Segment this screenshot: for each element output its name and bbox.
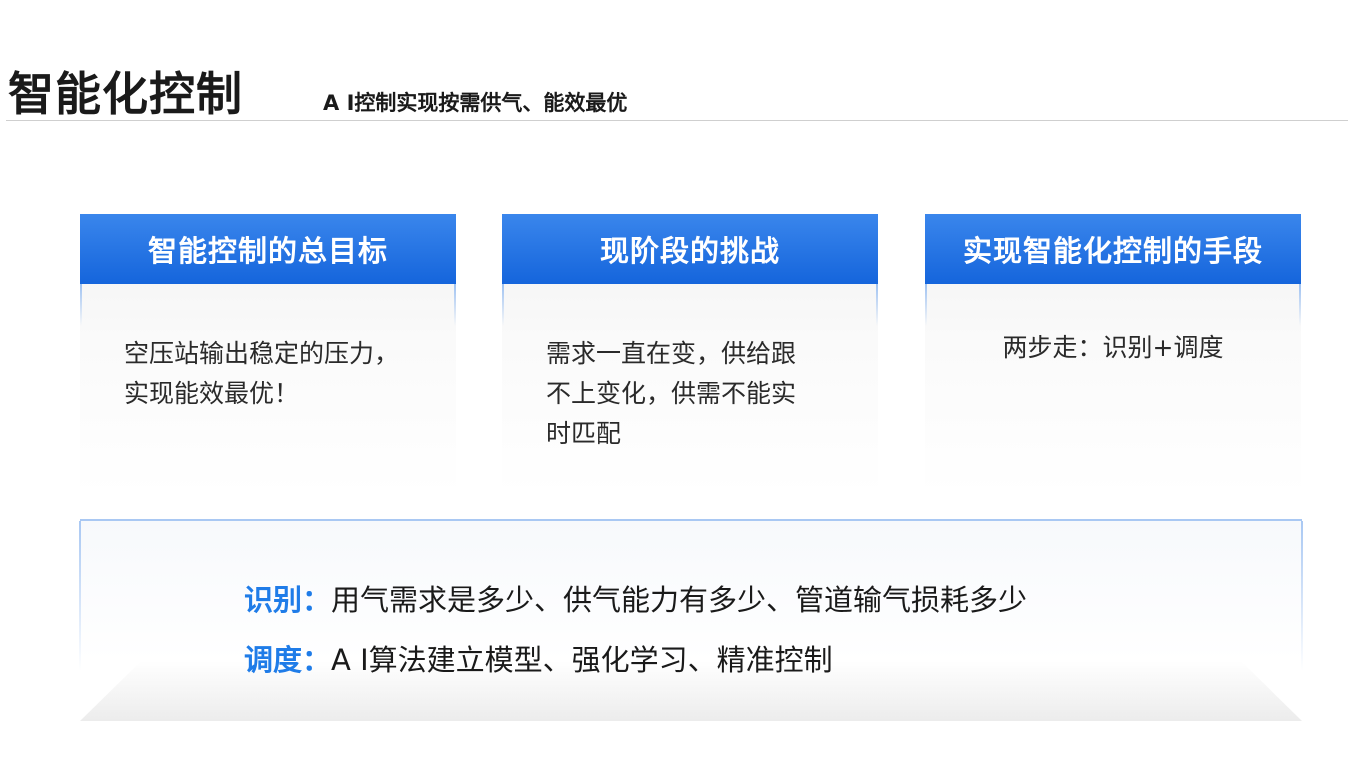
- slide: 智能化控制 A I控制实现按需供气、能效最优 智能控制的总目标 空压站输出稳定的…: [0, 0, 1360, 772]
- page-title: 智能化控制: [8, 67, 243, 121]
- card-goal-line-1: 空压站输出稳定的压力，: [124, 339, 400, 368]
- card-edge-left: [502, 284, 504, 326]
- summary-panel: 识别：用气需求是多少、供气能力有多少、管道输气损耗多少 调度：A I算法建立模型…: [79, 519, 1303, 721]
- card-goal-body: 空压站输出稳定的压力， 实现能效最优！: [80, 284, 456, 414]
- card-edge-right: [1299, 284, 1301, 326]
- card-edge-left: [80, 284, 82, 326]
- card-challenge-line-2: 不上变化，供需不能实: [546, 379, 797, 408]
- card-edge-right: [454, 284, 456, 326]
- card-goal-line-2: 实现能效最优！: [124, 379, 300, 408]
- card-goal: 智能控制的总目标 空压站输出稳定的压力， 实现能效最优！: [80, 214, 456, 496]
- dispatch-text: A I算法建立模型、强化学习、精准控制: [331, 643, 833, 677]
- card-challenge-line-1: 需求一直在变，供给跟: [546, 339, 797, 368]
- card-goal-title: 智能控制的总目标: [80, 214, 456, 284]
- page-subtitle: A I控制实现按需供气、能效最优: [323, 91, 628, 115]
- card-edge-left: [925, 284, 927, 326]
- identify-text: 用气需求是多少、供气能力有多少、管道输气损耗多少: [331, 583, 1028, 617]
- header-divider: [6, 120, 1348, 121]
- card-edge-right: [876, 284, 878, 326]
- summary-identify-row: 识别：用气需求是多少、供气能力有多少、管道输气损耗多少: [244, 577, 1027, 619]
- card-challenge-title: 现阶段的挑战: [502, 214, 878, 284]
- card-challenge-body: 需求一直在变，供给跟 不上变化，供需不能实 时匹配: [502, 284, 878, 454]
- card-means-body: 两步走：识别+调度: [925, 284, 1301, 368]
- summary-edge-left: [79, 521, 81, 671]
- identify-label: 识别：: [244, 583, 332, 617]
- card-challenge-line-3: 时匹配: [546, 419, 622, 448]
- card-means: 实现智能化控制的手段 两步走：识别+调度: [925, 214, 1301, 496]
- dispatch-label: 调度：: [244, 643, 332, 677]
- card-means-title: 实现智能化控制的手段: [925, 214, 1301, 284]
- card-challenge: 现阶段的挑战 需求一直在变，供给跟 不上变化，供需不能实 时匹配: [502, 214, 878, 496]
- slide-header: 智能化控制 A I控制实现按需供气、能效最优: [8, 58, 627, 124]
- summary-edge-right: [1301, 521, 1303, 671]
- card-means-line-1: 两步走：识别+调度: [1002, 333, 1224, 362]
- summary-dispatch-row: 调度：A I算法建立模型、强化学习、精准控制: [244, 637, 833, 679]
